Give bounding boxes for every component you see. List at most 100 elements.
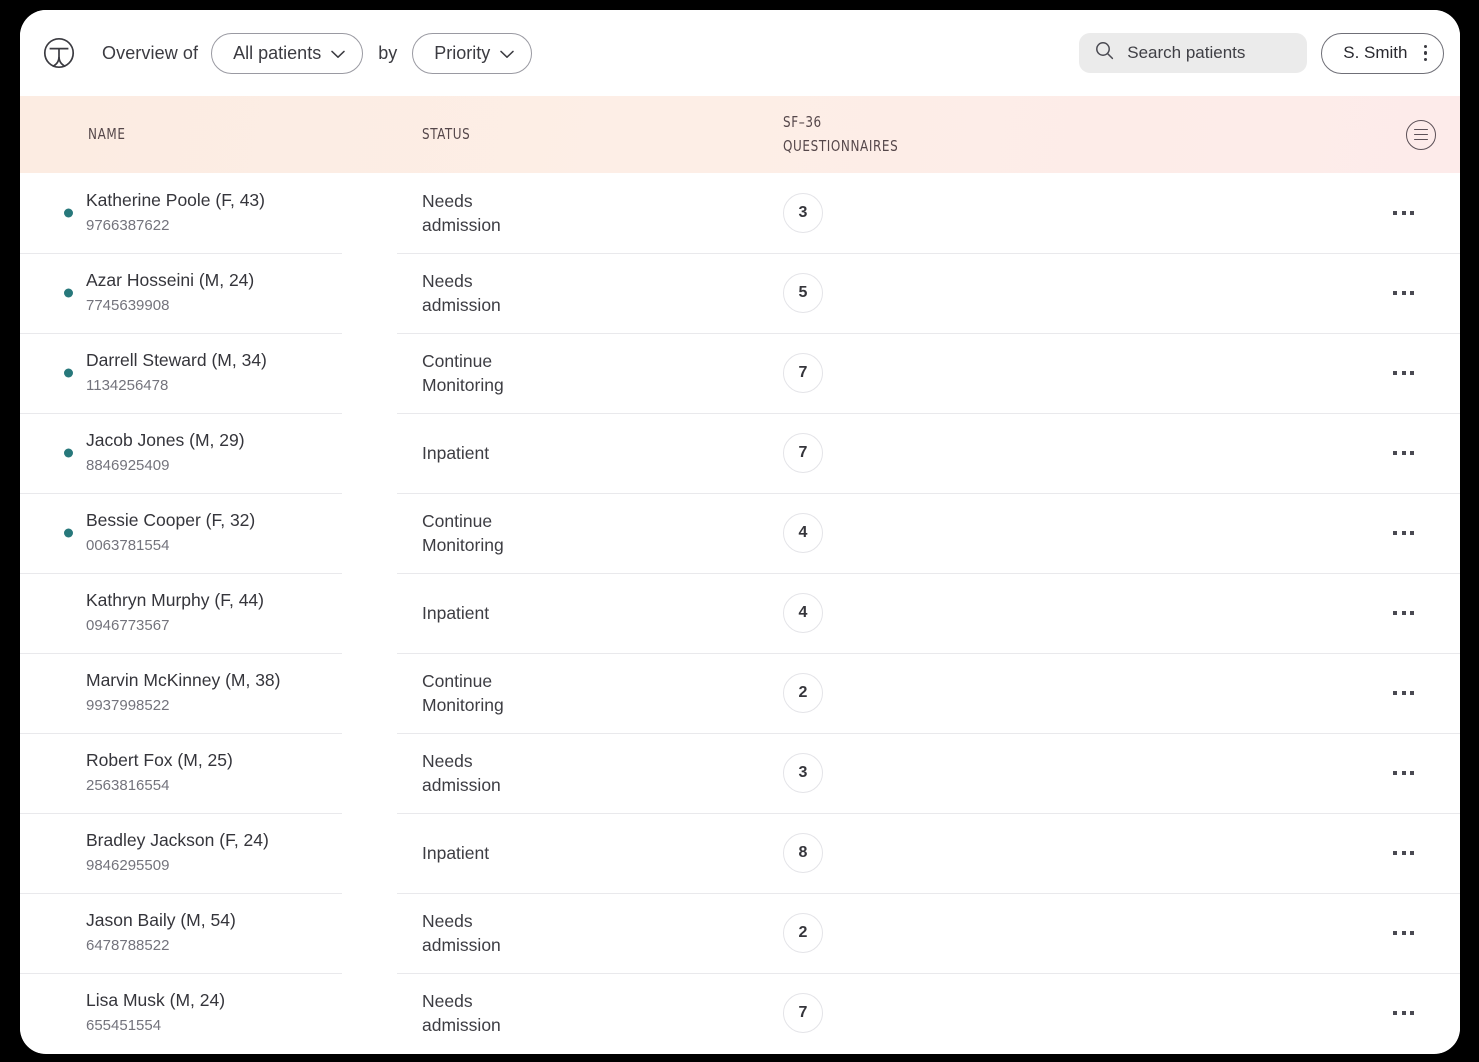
table-row[interactable]: Katherine Poole (F, 43) 9766387622 Needs a…	[20, 173, 1460, 253]
horizontal-dots-icon[interactable]	[1391, 925, 1416, 941]
questionnaire-count-badge: 2	[783, 673, 823, 713]
questionnaire-count-badge: 2	[783, 913, 823, 953]
questionnaire-count-badge: 3	[783, 193, 823, 233]
patient-id: 0063781554	[86, 536, 170, 554]
cell-status: Continue Monitoring	[422, 350, 504, 395]
patient-name: Lisa Musk (M, 24)	[86, 989, 226, 1010]
cell-patient: Robert Fox (M, 25) 2563816554	[86, 749, 233, 797]
cell-questionnaires: 4	[783, 513, 823, 553]
sort-filter-label: Priority	[434, 42, 491, 63]
table-row[interactable]: Robert Fox (M, 25) 2563816554 Needs admiss…	[20, 733, 1460, 813]
patient-id: 7745639908	[86, 296, 170, 314]
search-placeholder: Search patients	[1127, 43, 1246, 62]
top-bar-right-group: Search patients S. Smith	[1079, 32, 1444, 74]
horizontal-dots-icon[interactable]	[1391, 205, 1416, 221]
cell-patient: Lisa Musk (M, 24) 655451554	[86, 989, 225, 1037]
horizontal-dots-icon[interactable]	[1391, 605, 1416, 621]
cell-status: Inpatient	[422, 442, 490, 463]
patient-id: 2563816554	[86, 776, 170, 794]
table-row[interactable]: Marvin McKinney (M, 38) 9937998522 Continu…	[20, 653, 1460, 733]
cell-patient: Marvin McKinney (M, 38) 9937998522	[86, 669, 281, 717]
table-header: NAME STATUS SF–36 QUESTIONNAIRES	[20, 96, 1460, 173]
cell-questionnaires: 8	[783, 833, 823, 873]
patient-table-body: Katherine Poole (F, 43) 9766387622 Needs a…	[20, 173, 1460, 1053]
hamburger-menu-icon[interactable]	[1406, 119, 1436, 150]
cell-status: Needs admission	[422, 190, 501, 235]
cell-patient: Bradley Jackson (F, 24) 9846295509	[86, 829, 269, 877]
table-row[interactable]: Jacob Jones (M, 29) 8846925409 Inpatient 7	[20, 413, 1460, 493]
table-row[interactable]: Lisa Musk (M, 24) 655451554 Needs admissio…	[20, 973, 1460, 1053]
priority-status-dot-icon	[64, 528, 73, 538]
horizontal-dots-icon[interactable]	[1391, 525, 1416, 541]
cell-status: Needs admission	[422, 990, 501, 1035]
cell-status: Inpatient	[422, 842, 490, 863]
column-header-status: STATUS	[422, 124, 471, 143]
questionnaire-count-badge: 7	[783, 353, 823, 393]
search-input[interactable]: Search patients	[1079, 33, 1308, 73]
cell-status: Inpatient	[422, 602, 490, 623]
scope-filter-label: All patients	[233, 42, 322, 63]
cell-status: Continue Monitoring	[422, 670, 504, 715]
horizontal-dots-icon[interactable]	[1391, 1005, 1416, 1021]
patient-id: 9937998522	[86, 696, 170, 714]
sort-filter-dropdown[interactable]: Priority	[412, 32, 533, 74]
questionnaire-count-badge: 4	[783, 593, 823, 633]
cell-status: Needs admission	[422, 270, 501, 315]
priority-status-dot-icon	[64, 208, 73, 218]
cell-questionnaires: 2	[783, 913, 823, 953]
questionnaire-count-badge: 4	[783, 513, 823, 553]
cell-questionnaires: 7	[783, 433, 823, 473]
user-name-label: S. Smith	[1343, 43, 1408, 62]
horizontal-dots-icon[interactable]	[1391, 365, 1416, 381]
scope-filter-dropdown[interactable]: All patients	[211, 32, 364, 74]
cell-status: Needs admission	[422, 750, 501, 795]
patient-name: Jason Baily (M, 54)	[86, 909, 236, 930]
patient-name: Bessie Cooper (F, 32)	[86, 509, 256, 530]
cell-patient: Azar Hosseini (M, 24) 7745639908	[86, 269, 254, 317]
top-bar: Overview of All patients by Priority Sea…	[20, 10, 1460, 96]
questionnaire-count-badge: 5	[783, 273, 823, 313]
questionnaire-count-badge: 7	[783, 433, 823, 473]
cell-patient: Bessie Cooper (F, 32) 0063781554	[86, 509, 255, 557]
cell-questionnaires: 3	[783, 193, 823, 233]
app-window: Overview of All patients by Priority Sea…	[20, 10, 1460, 1054]
cell-patient: Jacob Jones (M, 29) 8846925409	[86, 429, 245, 477]
patient-name: Robert Fox (M, 25)	[86, 749, 233, 770]
horizontal-dots-icon[interactable]	[1391, 845, 1416, 861]
horizontal-dots-icon[interactable]	[1391, 765, 1416, 781]
by-label: by	[378, 42, 398, 63]
cell-questionnaires: 7	[783, 993, 823, 1033]
priority-status-dot-icon	[64, 368, 73, 378]
user-menu-button[interactable]: S. Smith	[1321, 32, 1444, 74]
questionnaire-count-badge: 3	[783, 753, 823, 793]
table-row[interactable]: Azar Hosseini (M, 24) 7745639908 Needs adm…	[20, 253, 1460, 333]
horizontal-dots-icon[interactable]	[1391, 285, 1416, 301]
patient-id: 6478788522	[86, 936, 170, 954]
search-icon	[1095, 41, 1114, 65]
cell-questionnaires: 5	[783, 273, 823, 313]
table-row[interactable]: Bessie Cooper (F, 32) 0063781554 Continue …	[20, 493, 1460, 573]
cell-status: Needs admission	[422, 910, 501, 955]
cell-patient: Jason Baily (M, 54) 6478788522	[86, 909, 236, 957]
cell-questionnaires: 7	[783, 353, 823, 393]
patient-id: 1134256478	[86, 376, 169, 394]
questionnaire-count-badge: 7	[783, 993, 823, 1033]
table-row[interactable]: Darrell Steward (M, 34) 1134256478 Continu…	[20, 333, 1460, 413]
patient-name: Marvin McKinney (M, 38)	[86, 669, 281, 690]
cell-patient: Katherine Poole (F, 43) 9766387622	[86, 189, 265, 237]
table-row[interactable]: Bradley Jackson (F, 24) 9846295509 Inpatie…	[20, 813, 1460, 893]
horizontal-dots-icon[interactable]	[1391, 685, 1416, 701]
table-row[interactable]: Kathryn Murphy (F, 44) 0946773567 Inpatien…	[20, 573, 1460, 653]
patient-name: Katherine Poole (F, 43)	[86, 189, 265, 210]
chevron-down-icon	[500, 43, 514, 64]
chevron-down-icon	[331, 43, 345, 64]
cell-questionnaires: 4	[783, 593, 823, 633]
patient-name: Azar Hosseini (M, 24)	[86, 269, 255, 290]
cell-questionnaires: 2	[783, 673, 823, 713]
horizontal-dots-icon[interactable]	[1391, 445, 1416, 461]
vertical-dots-icon	[1423, 44, 1427, 62]
questionnaire-count-badge: 8	[783, 833, 823, 873]
column-header-name: NAME	[88, 124, 126, 143]
table-row[interactable]: Jason Baily (M, 54) 6478788522 Needs admis…	[20, 893, 1460, 973]
overview-label: Overview of	[102, 42, 199, 63]
